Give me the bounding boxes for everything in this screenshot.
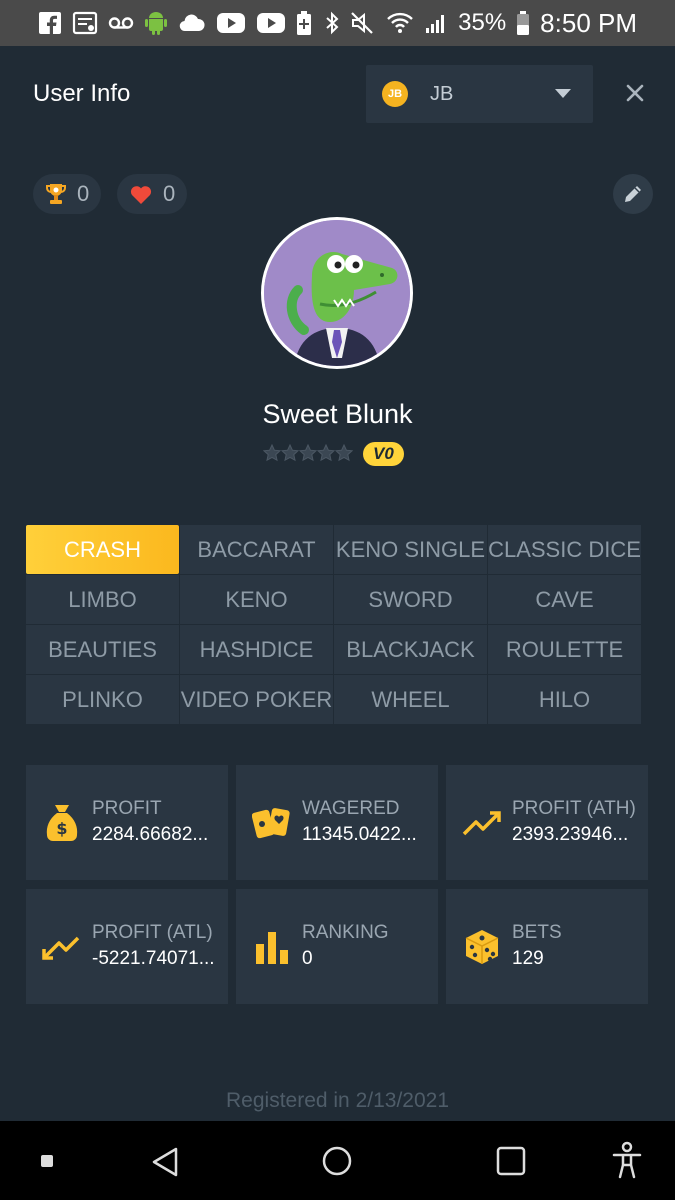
stat-card-profit: $ PROFIT 2284.66682...	[26, 765, 228, 880]
stat-card-ranking: RANKING 0	[236, 889, 438, 1004]
dice-icon	[462, 927, 502, 967]
avatar	[261, 217, 413, 369]
battery-add-icon	[296, 10, 312, 36]
cards-icon	[252, 803, 292, 843]
signal-icon	[424, 10, 448, 36]
accessibility-icon	[612, 1141, 642, 1179]
stat-value: 0	[302, 948, 313, 969]
tab-blackjack[interactable]: BLACKJACK	[334, 625, 487, 674]
accessibility-button[interactable]	[611, 1141, 643, 1184]
star-icons	[263, 444, 353, 462]
tab-keno[interactable]: KENO	[180, 575, 333, 624]
likes-count-pill[interactable]: 0	[117, 174, 188, 214]
stat-label: PROFIT (ATH)	[512, 798, 636, 819]
tab-hilo[interactable]: HILO	[488, 675, 641, 724]
vip-stars	[263, 444, 353, 464]
page-title: User Info	[33, 80, 131, 107]
status-bar: 35% 8:50 PM	[0, 0, 675, 46]
youtube-icon	[216, 10, 246, 36]
close-icon	[626, 84, 644, 102]
trend-down-icon	[42, 927, 82, 967]
tab-baccarat[interactable]: BACCARAT	[180, 525, 333, 574]
stat-value: 11345.0422...	[302, 824, 417, 845]
crocodile-avatar-image	[264, 220, 410, 366]
jb-coin-icon: JB	[382, 81, 408, 107]
clock: 8:50 PM	[540, 7, 637, 38]
currency-code: JB	[430, 82, 454, 105]
tab-classic-dice[interactable]: CLASSIC DICE	[488, 525, 641, 574]
stat-label: RANKING	[302, 922, 389, 943]
tab-plinko[interactable]: PLINKO	[26, 675, 179, 724]
trophy-icon	[46, 184, 66, 204]
youtube-icon	[256, 10, 286, 36]
tab-cave[interactable]: CAVE	[488, 575, 641, 624]
cloud-icon	[178, 10, 206, 36]
stat-value: 2393.23946...	[512, 824, 629, 845]
trophy-count-pill: 0	[33, 174, 102, 214]
wifi-icon	[386, 10, 414, 36]
stat-label: BETS	[512, 922, 562, 943]
news-icon	[72, 10, 98, 36]
currency-select[interactable]: JB JB	[366, 65, 593, 123]
tab-wheel[interactable]: WHEEL	[334, 675, 487, 724]
tab-video-poker[interactable]: VIDEO POKER	[180, 675, 333, 724]
stat-value: 129	[512, 948, 544, 969]
recents-button[interactable]	[496, 1146, 526, 1181]
stats-grid: $ PROFIT 2284.66682... WAGERED 11345.0422...…	[26, 765, 649, 1004]
money-bag-icon: $	[42, 803, 82, 843]
home-button[interactable]	[321, 1145, 353, 1182]
svg-text:$: $	[56, 819, 67, 838]
trend-up-icon	[462, 803, 502, 843]
stat-value: -5221.74071...	[92, 948, 215, 969]
tab-limbo[interactable]: LIMBO	[26, 575, 179, 624]
android-icon	[144, 10, 168, 36]
vip-level-badge: V0	[363, 442, 404, 466]
likes-count: 0	[163, 181, 176, 206]
tab-roulette[interactable]: ROULETTE	[488, 625, 641, 674]
facebook-icon	[38, 10, 62, 36]
stat-value: 2284.66682...	[92, 824, 209, 845]
back-button[interactable]	[150, 1146, 180, 1183]
back-triangle-icon	[152, 1147, 178, 1177]
trophy-count: 0	[77, 181, 90, 206]
vip-rank: V0	[263, 442, 404, 466]
username: Sweet Blunk	[262, 399, 413, 429]
recents-square-icon	[496, 1146, 526, 1176]
tab-sword[interactable]: SWORD	[334, 575, 487, 624]
battery-percent: 35%	[458, 9, 507, 36]
bar-chart-icon	[252, 927, 292, 967]
stat-label: PROFIT	[92, 798, 162, 819]
stat-card-profit-ath: PROFIT (ATH) 2393.23946...	[446, 765, 648, 880]
stat-card-profit-atl: PROFIT (ATL) -5221.74071...	[26, 889, 228, 1004]
edit-profile-button[interactable]	[613, 174, 653, 214]
android-nav-bar	[0, 1121, 675, 1200]
tab-hashdice[interactable]: HASHDICE	[180, 625, 333, 674]
stat-label: WAGERED	[302, 798, 400, 819]
header: User Info JB JB	[0, 46, 675, 142]
chevron-down-icon	[555, 89, 571, 98]
registered-date: Registered in 2/13/2021	[226, 1089, 449, 1112]
tab-keno-single[interactable]: KENO SINGLE	[334, 525, 487, 574]
dot-icon	[40, 1154, 54, 1173]
heart-icon	[130, 186, 152, 204]
voicemail-icon	[108, 10, 134, 36]
close-button[interactable]	[622, 80, 648, 106]
bluetooth-icon	[324, 10, 340, 36]
stat-card-bets: BETS 129	[446, 889, 648, 1004]
game-tabs: CRASH BACCARAT KENO SINGLE CLASSIC DICE LIMB…	[26, 525, 641, 724]
tab-beauties[interactable]: BEAUTIES	[26, 625, 179, 674]
tab-crash[interactable]: CRASH	[26, 525, 179, 574]
mute-icon	[350, 10, 376, 36]
stat-label: PROFIT (ATL)	[92, 922, 213, 943]
battery-icon	[516, 10, 530, 36]
pencil-icon	[625, 186, 641, 202]
home-circle-icon	[322, 1146, 352, 1176]
stat-card-wagered: WAGERED 11345.0422...	[236, 765, 438, 880]
